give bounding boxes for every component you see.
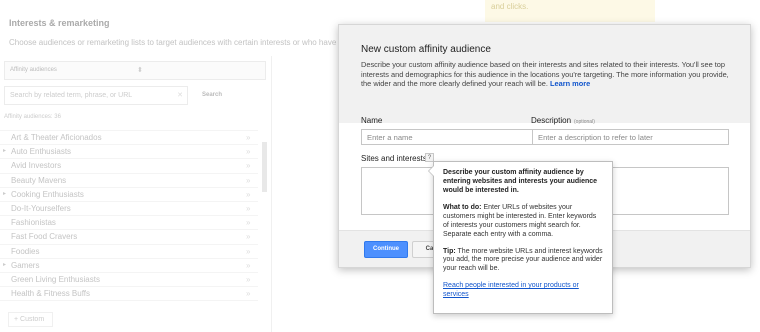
list-item-label: Avid Investors: [11, 161, 62, 171]
search-placeholder: Search by related term, phrase, or URL: [10, 92, 133, 99]
list-item[interactable]: ▸ Gamers »: [0, 257, 258, 272]
add-icon[interactable]: »: [246, 204, 250, 213]
audience-panel: Affinity audiences ⬍ Search by related t…: [0, 56, 272, 332]
custom-audience-button[interactable]: + Custom: [8, 312, 53, 327]
list-item-label: Green Living Enthusiasts: [11, 274, 100, 284]
add-icon[interactable]: »: [246, 247, 250, 256]
audience-type-value: Affinity audiences: [10, 67, 57, 73]
section-title: Interests & remarketing: [9, 18, 110, 28]
sites-interests-label: Sites and interests: [361, 154, 427, 163]
modal-description-text: Describe your custom affinity audience b…: [361, 60, 729, 89]
description-label: Description (optional): [531, 116, 595, 125]
hint-text: and clicks.: [491, 2, 529, 11]
list-item-label: Do-It-Yourselfers: [11, 203, 71, 213]
continue-button[interactable]: Continue: [364, 241, 408, 258]
help-tooltip: Describe your custom affinity audience b…: [428, 161, 613, 314]
add-icon[interactable]: »: [246, 190, 250, 199]
list-item-label: Art & Theater Aficionados: [11, 133, 102, 142]
list-item-label: Fast Food Cravers: [11, 232, 78, 242]
modal-header: New custom affinity audience Describe yo…: [339, 25, 750, 123]
list-item[interactable]: Fashionistas »: [0, 215, 258, 229]
modal-title: New custom affinity audience: [361, 44, 491, 55]
search-button-label: Search: [202, 92, 223, 98]
list-item[interactable]: Do-It-Yourselfers »: [0, 200, 258, 215]
expand-icon[interactable]: ▸: [3, 261, 6, 268]
list-item[interactable]: ▸ Auto Enthusiasts »: [0, 144, 258, 158]
list-item[interactable]: Green Living Enthusiasts »: [0, 271, 258, 286]
hint-box: and clicks.: [485, 0, 655, 22]
list-item-label: Cooking Enthusiasts: [11, 189, 84, 199]
search-input[interactable]: Search by related term, phrase, or URL ✕: [4, 86, 188, 105]
add-icon[interactable]: »: [246, 161, 250, 170]
list-item-label: Foodies: [11, 246, 40, 256]
section-description: Choose audiences or remarketing lists to…: [9, 38, 362, 47]
list-item-label: Fashionistas: [11, 218, 56, 228]
description-field[interactable]: [532, 129, 729, 145]
learn-more-link[interactable]: Learn more: [550, 79, 590, 88]
add-icon[interactable]: »: [246, 133, 250, 142]
add-icon[interactable]: »: [246, 303, 250, 304]
tooltip-tip-text: The more website URLs and interest keywo…: [443, 247, 603, 273]
audience-list: Art & Theater Aficionados » ▸ Auto Enthusia…: [0, 130, 258, 304]
add-icon[interactable]: »: [246, 218, 250, 227]
optional-tag: (optional): [574, 119, 595, 125]
tooltip-tip-label: Tip:: [443, 247, 456, 255]
list-item-label: Beauty Mavens: [11, 175, 67, 185]
description-label-text: Description: [531, 116, 572, 125]
audience-count: Affinity audiences: 36: [4, 114, 61, 120]
search-button[interactable]: Search: [192, 86, 232, 105]
audience-type-select[interactable]: Affinity audiences ⬍: [4, 61, 266, 80]
tooltip-link[interactable]: Reach people interested in your products…: [443, 282, 604, 300]
list-item-label: Health & Fitness Buffs: [11, 289, 90, 299]
add-icon[interactable]: »: [246, 261, 250, 270]
add-icon[interactable]: »: [246, 176, 250, 185]
add-icon[interactable]: »: [246, 289, 250, 298]
name-field[interactable]: [361, 129, 535, 145]
clear-icon[interactable]: ✕: [177, 91, 183, 99]
list-item[interactable]: Fast Food Cravers »: [0, 229, 258, 243]
tooltip-tip: Tip: The more website URLs and interest …: [443, 248, 604, 274]
list-item[interactable]: Avid Investors »: [0, 158, 258, 172]
expand-icon[interactable]: ▸: [3, 147, 6, 154]
list-item[interactable]: Art & Theater Aficionados »: [0, 130, 258, 144]
add-icon[interactable]: »: [246, 147, 250, 156]
expand-icon[interactable]: ▸: [3, 190, 6, 197]
tooltip-heading: Describe your custom affinity audience b…: [443, 169, 598, 194]
list-item[interactable]: Beauty Mavens »: [0, 172, 258, 187]
list-item[interactable]: Home Decor Enthusiasts »: [0, 300, 258, 304]
tooltip-what-to-do: What to do: Enter URLs of websites your …: [443, 204, 604, 239]
add-icon[interactable]: »: [246, 275, 250, 284]
list-scrollbar[interactable]: [260, 130, 269, 304]
list-item-label: Auto Enthusiasts: [11, 147, 72, 157]
modal-description: Describe your custom affinity audience b…: [361, 60, 731, 89]
list-item[interactable]: Foodies »: [0, 243, 258, 258]
list-item[interactable]: Health & Fitness Buffs »: [0, 286, 258, 300]
add-icon[interactable]: »: [246, 232, 250, 241]
list-item-label: Home Decor Enthusiasts: [11, 303, 99, 304]
name-label: Name: [361, 116, 383, 125]
list-item-label: Gamers: [11, 260, 40, 270]
list-item[interactable]: ▸ Cooking Enthusiasts »: [0, 186, 258, 201]
tooltip-what-label: What to do:: [443, 204, 482, 212]
scrollbar-thumb[interactable]: [262, 142, 267, 192]
chevron-updown-icon: ⬍: [137, 67, 143, 74]
